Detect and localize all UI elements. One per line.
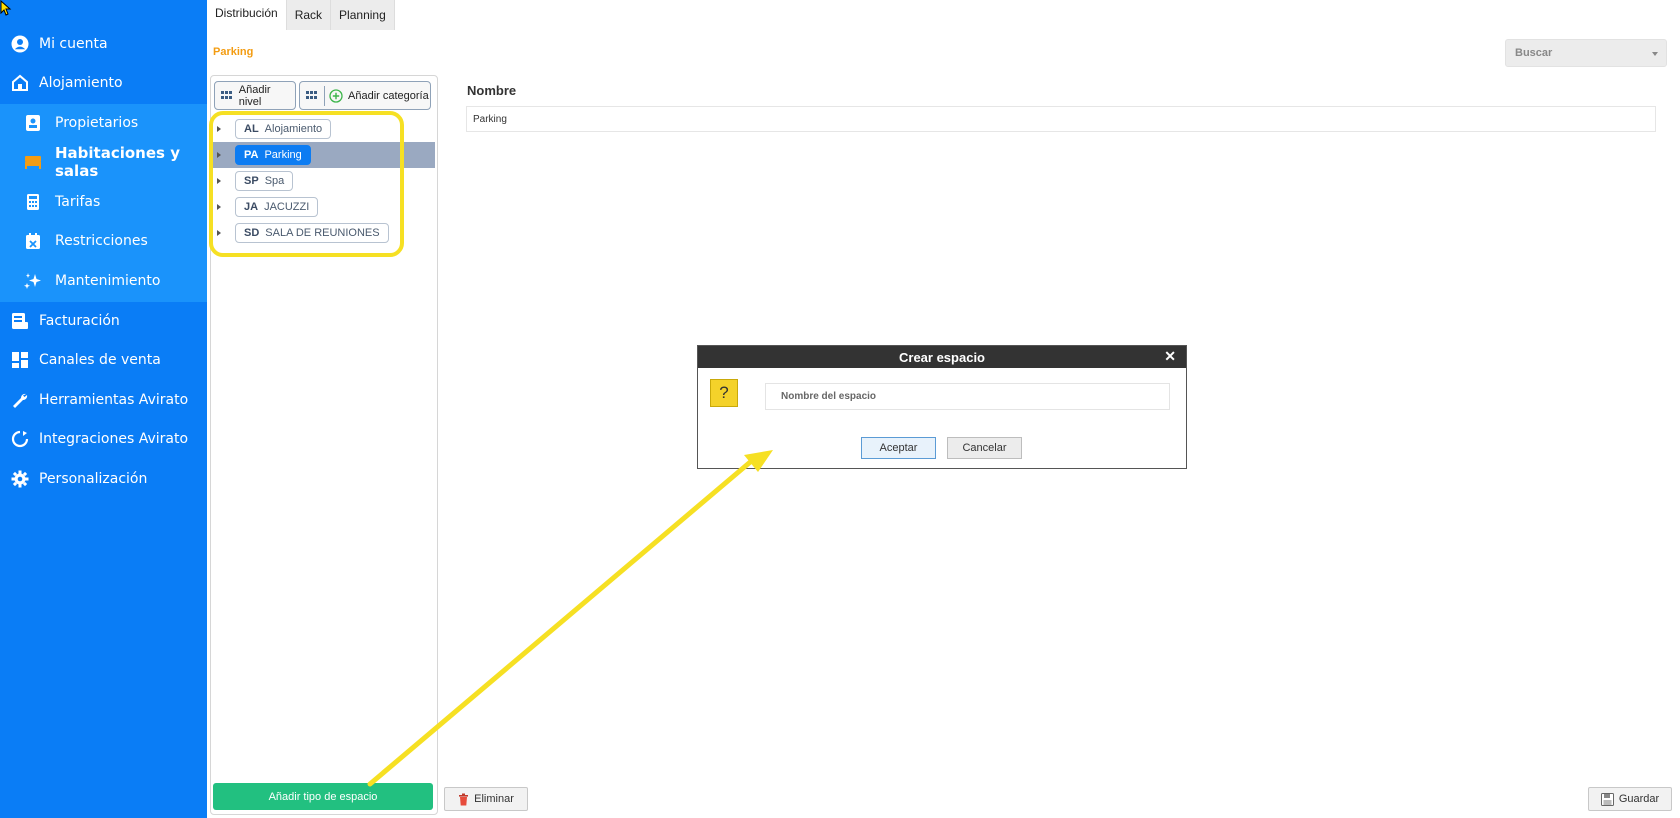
sidebar-item-label: Mantenimiento (55, 273, 161, 289)
delete-button[interactable]: Eliminar (444, 787, 528, 811)
sidebar-item-label: Integraciones Avirato (39, 431, 189, 447)
sidebar-item-mi-cuenta[interactable]: Mi cuenta (0, 25, 207, 63)
plus-circle-icon (329, 88, 343, 103)
sidebar-item-label: Tarifas (55, 194, 101, 210)
house-icon (11, 74, 29, 92)
divider (324, 85, 325, 106)
sidebar-item-mantenimiento[interactable]: Mantenimiento (0, 262, 207, 300)
sidebar-item-label: Facturación (39, 313, 120, 329)
sidebar-item-personalizacion[interactable]: Personalización (0, 460, 207, 498)
calculator-icon (24, 193, 42, 211)
delete-label: Eliminar (474, 793, 514, 805)
cancel-button[interactable]: Cancelar (947, 437, 1022, 459)
name-label: Nombre (467, 83, 517, 98)
close-icon[interactable]: ✕ (1164, 348, 1176, 365)
app-window: Mi cuenta Alojamiento Propietarios Habit… (0, 0, 1680, 818)
add-category-button[interactable]: Añadir categoría (299, 81, 431, 110)
sidebar-item-habitaciones[interactable]: Habitaciones y salas (0, 143, 207, 181)
sparkle-icon (24, 272, 42, 290)
sidebar-item-propietarios[interactable]: Propietarios (0, 104, 207, 142)
sidebar: Mi cuenta Alojamiento Propietarios Habit… (0, 0, 207, 818)
sidebar-item-label: Canales de venta (39, 352, 161, 368)
sidebar-item-herramientas[interactable]: Herramientas Avirato (0, 381, 207, 419)
sidebar-item-tarifas[interactable]: Tarifas (0, 183, 207, 221)
add-level-button[interactable]: Añadir nivel (214, 81, 296, 110)
sidebar-item-alojamiento[interactable]: Alojamiento (0, 64, 207, 102)
name-field[interactable]: Parking (466, 106, 1656, 132)
search-select[interactable]: Buscar (1505, 39, 1667, 67)
save-label: Guardar (1618, 793, 1660, 805)
tab-rack[interactable]: Rack (286, 0, 332, 30)
gear-icon (11, 470, 29, 488)
sidebar-item-facturacion[interactable]: Facturación (0, 302, 207, 340)
sidebar-item-label: Personalización (39, 471, 148, 487)
user-circle-icon (11, 35, 29, 53)
calendar-x-icon (24, 232, 42, 250)
sidebar-item-restricciones[interactable]: Restricciones (0, 222, 207, 260)
chevron-down-icon (1652, 52, 1658, 56)
mouse-cursor-icon (0, 0, 12, 16)
add-level-label: Añadir nivel (238, 83, 271, 108)
id-card-icon (24, 114, 42, 132)
sidebar-item-label: Alojamiento (39, 75, 123, 91)
sidebar-item-label: Mi cuenta (39, 36, 108, 52)
sync-icon (11, 430, 29, 448)
question-icon: ? (710, 379, 738, 407)
dialog-title: Crear espacio (899, 349, 985, 365)
floppy-disk-icon (1600, 792, 1614, 806)
add-space-type-button[interactable]: Añadir tipo de espacio (213, 783, 433, 810)
save-button[interactable]: Guardar (1588, 787, 1672, 811)
sidebar-item-label: Herramientas Avirato (39, 392, 189, 408)
breadcrumb: Parking (213, 46, 254, 58)
create-space-dialog: Crear espacio ✕ ? Nombre del espacio Ace… (697, 345, 1187, 469)
tab-distribucion[interactable]: Distribución (207, 0, 287, 30)
dialog-header: Crear espacio ✕ (698, 346, 1186, 368)
tab-planning[interactable]: Planning (331, 0, 395, 30)
sidebar-item-label: Propietarios (55, 115, 139, 131)
tab-bar: Distribución Rack Planning (207, 0, 395, 30)
annotation-highlight-box (209, 111, 404, 257)
dashboard-icon (11, 351, 29, 369)
accept-button[interactable]: Aceptar (861, 437, 936, 459)
search-select-value: Buscar (1515, 47, 1553, 59)
sidebar-item-label: Restricciones (55, 233, 148, 249)
add-category-label: Añadir categoría (348, 89, 429, 102)
bed-icon (24, 153, 42, 171)
invoice-icon (11, 312, 29, 330)
grid-icon (306, 91, 318, 100)
grid-icon (221, 91, 233, 100)
sidebar-item-label: Habitaciones y salas (55, 144, 180, 180)
trash-icon (459, 793, 469, 805)
sidebar-item-canales[interactable]: Canales de venta (0, 341, 207, 379)
space-name-input[interactable]: Nombre del espacio (765, 383, 1170, 410)
wrench-icon (11, 391, 29, 409)
sidebar-item-integraciones[interactable]: Integraciones Avirato (0, 420, 207, 458)
